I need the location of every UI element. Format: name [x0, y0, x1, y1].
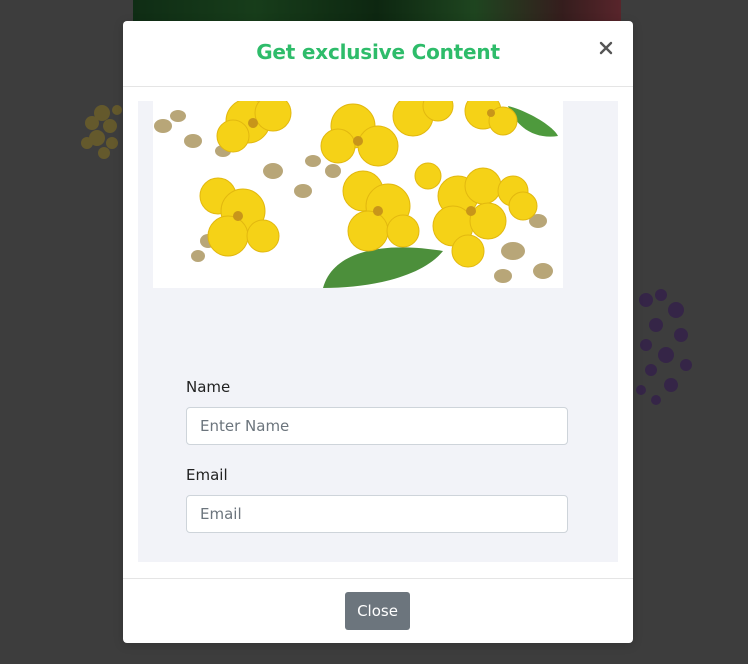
name-label: Name — [186, 378, 231, 396]
modal-title: Get exclusive Content — [256, 40, 500, 64]
modal-dialog: Get exclusive Content Name Enter Name Em… — [123, 21, 633, 643]
modal-body: Name Email — [138, 101, 618, 562]
name-input[interactable] — [186, 407, 568, 445]
close-button[interactable]: Close — [345, 592, 410, 630]
modal-header: Get exclusive Content — [123, 21, 633, 87]
close-icon[interactable] — [597, 39, 615, 57]
email-input[interactable] — [186, 495, 568, 533]
email-label: Email — [186, 466, 228, 484]
flower-image — [153, 101, 563, 288]
modal-footer: Close — [123, 578, 633, 644]
